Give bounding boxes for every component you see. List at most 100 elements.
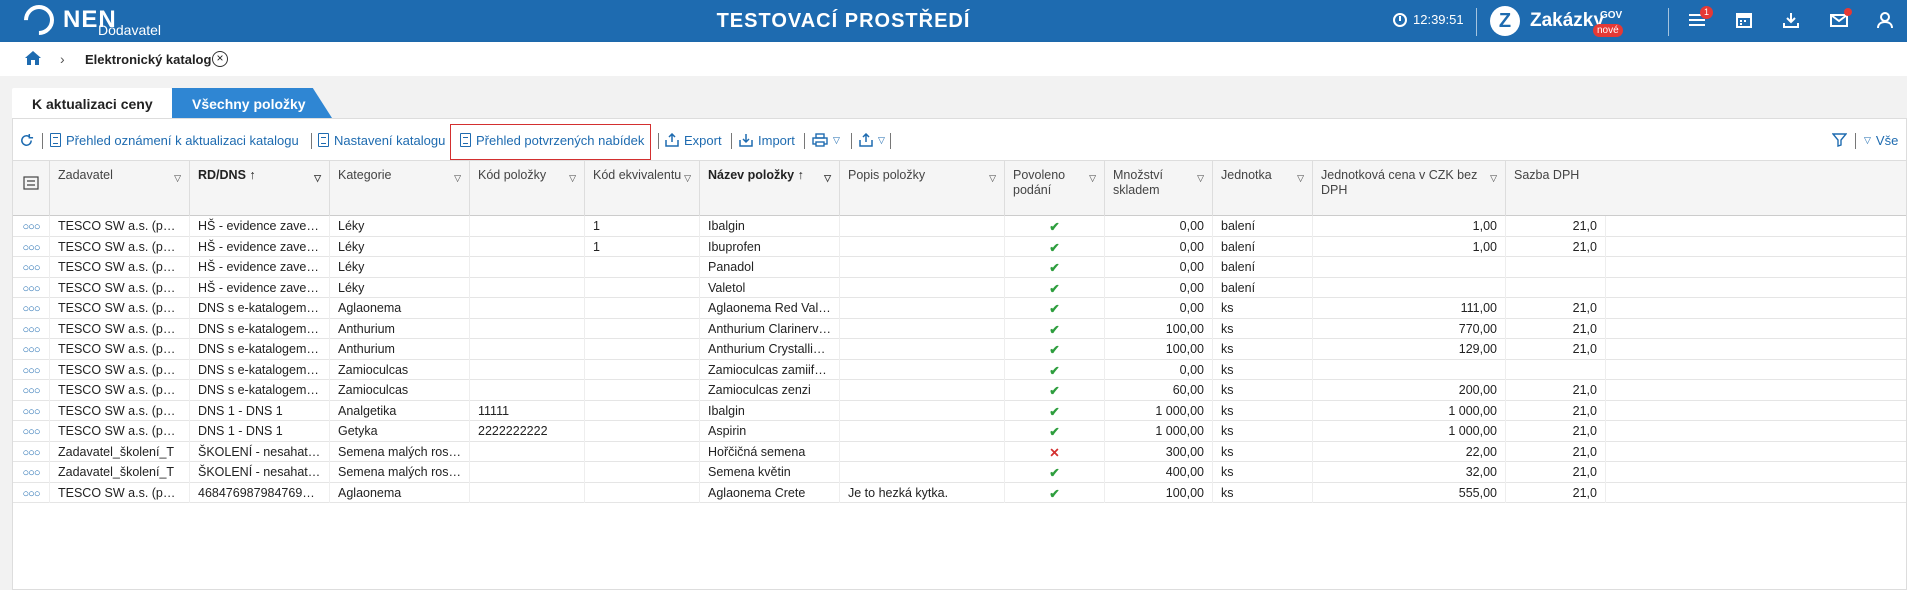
cell-zadavatel: TESCO SW a.s. (podpora) [50, 400, 190, 421]
tab-k-aktualizaci-ceny[interactable]: K aktualizaci ceny [12, 88, 172, 118]
row-actions-button[interactable]: ○○○ [13, 236, 50, 257]
divider [1668, 8, 1669, 36]
row-actions-button[interactable]: ○○○ [13, 400, 50, 421]
col-rd-dns[interactable]: RD/DNS ↑ ▽ [190, 161, 330, 216]
row-actions-button[interactable]: ○○○ [13, 421, 50, 442]
table-row[interactable]: ○○○ TESCO SW a.s. (podpora)DNS 1 - DNS 1A… [13, 400, 1906, 421]
col-nazev-polozky[interactable]: Název položky ↑ ▽ [700, 161, 840, 216]
filter-icon[interactable]: ▽ [1197, 171, 1204, 186]
col-popis-polozky[interactable]: Popis položky ▽ [840, 161, 1005, 216]
table-row[interactable]: ○○○ TESCO SW a.s. (podpora)HŠ - evidence … [13, 236, 1906, 257]
row-actions-button[interactable]: ○○○ [13, 380, 50, 401]
col-jednotkova-cena[interactable]: Jednotková cena v CZK bez DPH ▽ [1313, 161, 1506, 216]
more-actions-icon[interactable]: ○○○ [23, 221, 41, 233]
import-button[interactable]: Import [739, 129, 795, 151]
row-actions-button[interactable]: ○○○ [13, 257, 50, 278]
table-row[interactable]: ○○○ TESCO SW a.s. (podpora)HŠ - evidence … [13, 216, 1906, 237]
catalog-settings-label: Nastavení katalogu [334, 132, 446, 148]
filter-button[interactable] [1832, 129, 1847, 151]
more-actions-icon[interactable]: ○○○ [23, 467, 41, 479]
tab-vsechny-polozky[interactable]: Všechny položky [172, 88, 332, 118]
row-actions-button[interactable]: ○○○ [13, 462, 50, 483]
more-actions-icon[interactable]: ○○○ [23, 344, 41, 356]
row-actions-button[interactable]: ○○○ [13, 216, 50, 237]
filter-icon[interactable]: ▽ [1089, 171, 1096, 186]
table-row[interactable]: ○○○ TESCO SW a.s. (podpora)DNS s e-katalo… [13, 318, 1906, 339]
cell-jednotka: ks [1213, 359, 1313, 380]
cell-nazev-polozky: Zamioculcas zenzi [700, 380, 840, 401]
row-actions-button[interactable]: ○○○ [13, 318, 50, 339]
filter-icon[interactable]: ▽ [989, 171, 996, 186]
more-actions-icon[interactable]: ○○○ [23, 262, 41, 274]
export-button[interactable]: Export [665, 129, 722, 151]
filter-icon[interactable]: ▽ [1297, 171, 1304, 186]
refresh-button[interactable] [19, 129, 34, 151]
row-actions-button[interactable]: ○○○ [13, 482, 50, 503]
export-icon [665, 133, 679, 147]
close-icon[interactable]: × [212, 51, 228, 67]
view-all-dropdown[interactable]: ▽ Vše [1864, 129, 1898, 151]
row-actions-button[interactable]: ○○○ [13, 359, 50, 380]
user-icon[interactable] [1876, 11, 1896, 31]
col-povoleno-podani[interactable]: Povoleno podání ▽ [1005, 161, 1105, 216]
filter-icon[interactable]: ▽ [684, 171, 691, 186]
more-actions-icon[interactable]: ○○○ [23, 365, 41, 377]
col-mnozstvi-skladem-label: Množství skladem [1113, 168, 1164, 197]
more-actions-icon[interactable]: ○○○ [23, 283, 41, 295]
table-row[interactable]: ○○○ TESCO SW a.s. (podpora)HŠ - evidence … [13, 277, 1906, 298]
cell-rd-dns: DNS s e-katalogem - Pokojové [190, 298, 330, 319]
col-kategorie[interactable]: Kategorie ▽ [330, 161, 470, 216]
overview-notices-button[interactable]: Přehled oznámení k aktualizaci katalogu [50, 129, 299, 151]
more-actions-icon[interactable]: ○○○ [23, 303, 41, 315]
cell-povoleno-podani: ✔ [1005, 216, 1105, 237]
check-icon: ✔ [1049, 281, 1060, 296]
col-kod-polozky[interactable]: Kód položky ▽ [470, 161, 585, 216]
more-actions-icon[interactable]: ○○○ [23, 385, 41, 397]
col-kod-ekvivalentu[interactable]: Kód ekvivalentu ▽ [585, 161, 700, 216]
col-mnozstvi-skladem[interactable]: Množství skladem ▽ [1105, 161, 1213, 216]
col-zadavatel[interactable]: Zadavatel ▽ [50, 161, 190, 216]
calendar-icon[interactable] [1735, 11, 1755, 31]
column-settings[interactable] [13, 161, 50, 216]
table-row[interactable]: ○○○ TESCO SW a.s. (podpora)DNS s e-katalo… [13, 359, 1906, 380]
table-row[interactable]: ○○○ TESCO SW a.s. (podpora)DNS s e-katalo… [13, 298, 1906, 319]
row-actions-button[interactable]: ○○○ [13, 277, 50, 298]
col-jednotka[interactable]: Jednotka ▽ [1213, 161, 1313, 216]
share-button[interactable]: ▽ [859, 129, 885, 151]
table-row[interactable]: ○○○ TESCO SW a.s. (podpora)DNS s e-katalo… [13, 380, 1906, 401]
filter-icon[interactable]: ▽ [824, 171, 831, 186]
table-row[interactable]: ○○○ TESCO SW a.s. (podpora)HŠ - evidence … [13, 257, 1906, 278]
download-icon[interactable] [1782, 11, 1802, 31]
filter-icon[interactable]: ▽ [1490, 171, 1497, 186]
filter-icon[interactable]: ▽ [454, 171, 461, 186]
more-actions-icon[interactable]: ○○○ [23, 242, 41, 254]
mail-icon[interactable] [1830, 8, 1852, 31]
confirmed-offers-button[interactable]: Přehled potvrzených nabídek [460, 129, 644, 151]
col-sazba-dph[interactable]: Sazba DPH [1506, 161, 1606, 216]
row-actions-button[interactable]: ○○○ [13, 441, 50, 462]
row-actions-button[interactable]: ○○○ [13, 298, 50, 319]
zakazky-link[interactable]: Z Zakázky GOV nové [1490, 6, 1623, 37]
table-row[interactable]: ○○○ TESCO SW a.s. (podpora)DNS s e-katalo… [13, 339, 1906, 360]
table-row[interactable]: ○○○ TESCO SW a.s. (podpora)46847698798476… [13, 482, 1906, 503]
table-row[interactable]: ○○○ Zadavatel_školení_T ŠKOLENÍ - nesahat/… [13, 441, 1906, 462]
breadcrumb-current[interactable]: Elektronický katalog [85, 52, 211, 67]
cell-jednotkova-cena [1313, 359, 1506, 380]
home-icon[interactable] [24, 50, 42, 69]
cell-rd-dns: HŠ - evidence zavedeného [190, 216, 330, 237]
catalog-settings-button[interactable]: Nastavení katalogu [318, 129, 445, 151]
more-actions-icon[interactable]: ○○○ [23, 488, 41, 500]
more-actions-icon[interactable]: ○○○ [23, 324, 41, 336]
row-actions-button[interactable]: ○○○ [13, 339, 50, 360]
more-actions-icon[interactable]: ○○○ [23, 447, 41, 459]
table-row[interactable]: ○○○ Zadavatel_školení_T ŠKOLENÍ - nesahat/… [13, 462, 1906, 483]
menu-icon[interactable]: 1 [1688, 6, 1713, 31]
table-row[interactable]: ○○○ TESCO SW a.s. (podpora)DNS 1 - DNS 1G… [13, 421, 1906, 442]
filter-icon[interactable]: ▽ [314, 171, 321, 186]
cell-kod-polozky [470, 380, 585, 401]
filter-icon[interactable]: ▽ [174, 171, 181, 186]
filter-icon[interactable]: ▽ [569, 171, 576, 186]
more-actions-icon[interactable]: ○○○ [23, 426, 41, 438]
print-button[interactable]: ▽ [812, 129, 840, 151]
more-actions-icon[interactable]: ○○○ [23, 406, 41, 418]
